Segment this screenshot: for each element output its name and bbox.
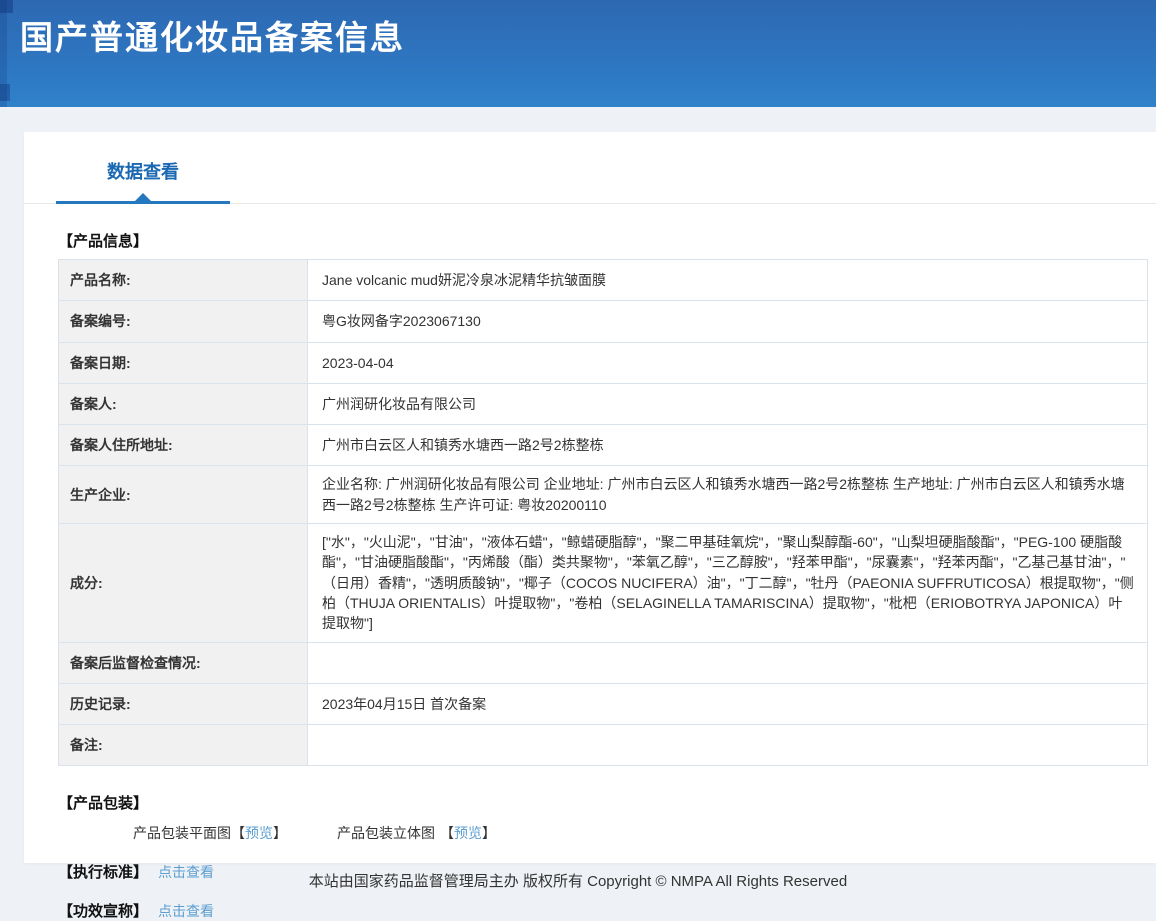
- package-stereo-item: 产品包装立体图【预览】: [337, 823, 496, 843]
- page-title: 国产普通化妆品备案信息: [0, 0, 1156, 59]
- row-label: 备案日期:: [59, 342, 308, 383]
- content-card: 数据查看 【产品信息】 产品名称: Jane volcanic mud妍泥冷泉冰…: [24, 132, 1156, 863]
- row-label: 备案后监督检查情况:: [59, 642, 308, 683]
- bracket-close: 】: [273, 825, 287, 841]
- row-value: 2023年04月15日 首次备案: [308, 683, 1148, 724]
- table-row: 备案日期: 2023-04-04: [59, 342, 1148, 383]
- row-label: 备案人:: [59, 383, 308, 424]
- banner-deco-square-mid: [0, 84, 10, 101]
- package-stereo-label: 产品包装立体图: [337, 825, 435, 841]
- table-row: 历史记录: 2023年04月15日 首次备案: [59, 683, 1148, 724]
- table-row: 备注:: [59, 725, 1148, 766]
- section-product-package: 【产品包装】: [58, 792, 1156, 813]
- section-product-info: 【产品信息】: [58, 230, 1156, 251]
- footer-copyright: 本站由国家药品监督管理局主办 版权所有 Copyright © NMPA All…: [0, 870, 1156, 891]
- table-row: 备案人住所地址: 广州市白云区人和镇秀水塘西一路2号2栋整栋: [59, 425, 1148, 466]
- stereo-preview-link[interactable]: 预览: [454, 825, 482, 841]
- section-efficacy-claim: 【功效宣称】: [58, 900, 148, 921]
- row-label: 产品名称:: [59, 260, 308, 301]
- tab-data-view-label: 数据查看: [107, 162, 179, 182]
- bracket-open: 【: [231, 825, 245, 841]
- row-value: 2023-04-04: [308, 342, 1148, 383]
- tab-data-view[interactable]: 数据查看: [56, 158, 230, 204]
- table-row: 产品名称: Jane volcanic mud妍泥冷泉冰泥精华抗皱面膜: [59, 260, 1148, 301]
- row-label: 生产企业:: [59, 466, 308, 524]
- tab-bar: 数据查看: [24, 132, 1156, 204]
- product-info-table: 产品名称: Jane volcanic mud妍泥冷泉冰泥精华抗皱面膜 备案编号…: [58, 259, 1148, 766]
- row-label: 成分:: [59, 524, 308, 642]
- row-value: [308, 725, 1148, 766]
- row-value: 粤G妆网备字2023067130: [308, 301, 1148, 342]
- row-label: 备案编号:: [59, 301, 308, 342]
- table-row: 生产企业: 企业名称: 广州润研化妆品有限公司 企业地址: 广州市白云区人和镇秀…: [59, 466, 1148, 524]
- row-value: 广州润研化妆品有限公司: [308, 383, 1148, 424]
- row-value: 企业名称: 广州润研化妆品有限公司 企业地址: 广州市白云区人和镇秀水塘西一路2…: [308, 466, 1148, 524]
- row-value: [308, 642, 1148, 683]
- bracket-close: 】: [482, 825, 496, 841]
- table-row: 备案人: 广州润研化妆品有限公司: [59, 383, 1148, 424]
- banner-deco-square-top: [0, 0, 13, 13]
- package-flat-label: 产品包装平面图: [133, 825, 231, 841]
- flat-preview-link[interactable]: 预览: [245, 825, 273, 841]
- table-row: 备案编号: 粤G妆网备字2023067130: [59, 301, 1148, 342]
- bracket-open: 【: [440, 825, 454, 841]
- row-label: 历史记录:: [59, 683, 308, 724]
- table-row: 备案后监督检查情况:: [59, 642, 1148, 683]
- package-flat-item: 产品包装平面图【预览】: [133, 823, 287, 843]
- efficacy-claim-row: 【功效宣称】 点击查看: [58, 900, 1156, 921]
- page-header: 国产普通化妆品备案信息: [0, 0, 1156, 107]
- table-row: 成分: ["水"，"火山泥"，"甘油"，"液体石蜡"，"鲸蜡硬脂醇"，"聚二甲基…: [59, 524, 1148, 642]
- row-value: Jane volcanic mud妍泥冷泉冰泥精华抗皱面膜: [308, 260, 1148, 301]
- row-label: 备案人住所地址:: [59, 425, 308, 466]
- row-value: 广州市白云区人和镇秀水塘西一路2号2栋整栋: [308, 425, 1148, 466]
- row-label: 备注:: [59, 725, 308, 766]
- efficacy-claim-link[interactable]: 点击查看: [158, 901, 214, 921]
- row-value: ["水"，"火山泥"，"甘油"，"液体石蜡"，"鲸蜡硬脂醇"，"聚二甲基硅氧烷"…: [308, 524, 1148, 642]
- package-preview-row: 产品包装平面图【预览】 产品包装立体图【预览】: [133, 823, 1156, 843]
- tab-active-pointer-icon: [135, 193, 151, 201]
